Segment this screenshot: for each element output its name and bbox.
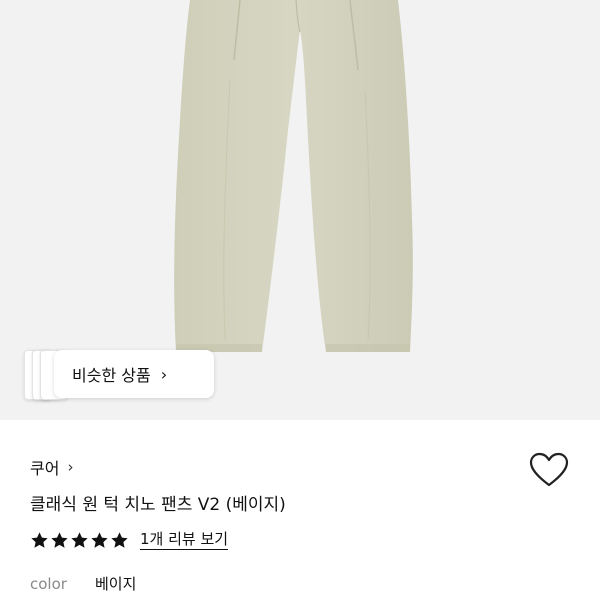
star-icon: [51, 531, 68, 548]
heart-outline-icon[interactable]: [529, 452, 569, 488]
chevron-right-icon: ›: [160, 364, 168, 384]
star-icon: [31, 531, 48, 548]
similar-products-label: 비슷한 상품: [72, 366, 151, 385]
color-label: color: [30, 574, 67, 593]
product-image[interactable]: 비슷한 상품 ›: [0, 0, 600, 420]
product-title: 클래식 원 턱 치노 팬츠 V2 (베이지): [30, 495, 286, 515]
product-detail-page: 비슷한 상품 › 쿠어 › 클래식 원 턱 치노 팬츠 V2 (베이지) 1개 …: [0, 0, 600, 600]
similar-products-button[interactable]: 비슷한 상품 ›: [54, 350, 214, 398]
brand-link[interactable]: 쿠어 ›: [30, 455, 73, 479]
color-option-row: color 베이지: [30, 573, 136, 594]
star-rating: [30, 531, 130, 550]
star-icon: [71, 531, 88, 548]
star-icon: [111, 531, 128, 548]
color-value: 베이지: [95, 575, 137, 593]
rating-row: 1개 리뷰 보기: [30, 530, 229, 550]
star-icon: [91, 531, 108, 548]
brand-name: 쿠어: [30, 459, 60, 478]
chevron-right-icon: ›: [67, 458, 74, 476]
review-link[interactable]: 1개 리뷰 보기: [140, 530, 229, 550]
